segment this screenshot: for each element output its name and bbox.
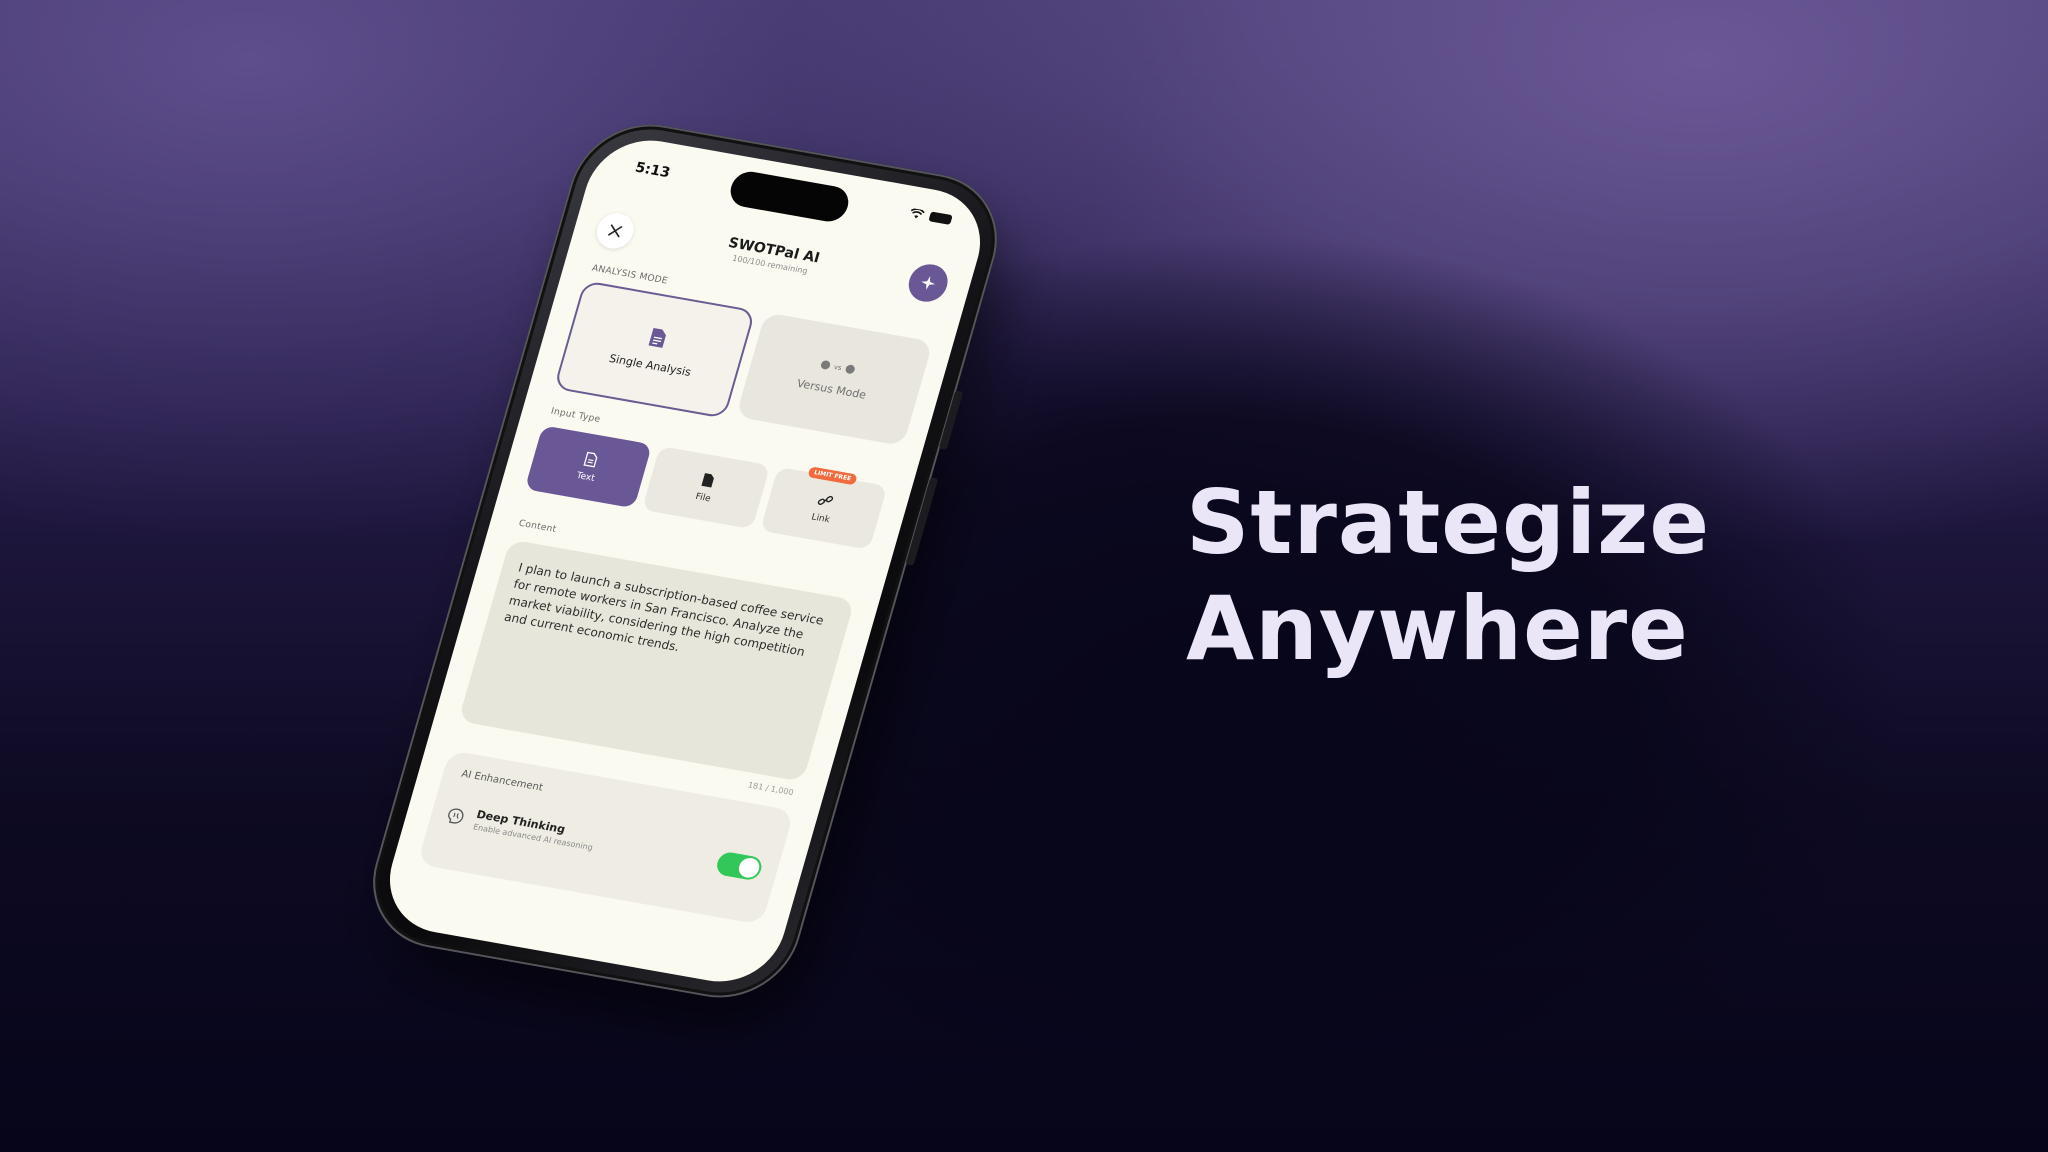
mode-versus-label: Versus Mode [795,376,868,402]
ai-enhancement-title: AI Enhancement [459,768,545,794]
file-icon [701,472,715,487]
deep-thinking-row: Deep Thinking Enable advanced AI reasoni… [442,803,765,882]
tab-link-label: Link [810,512,831,526]
input-type-label: Input Type [549,406,602,425]
content-label: Content [517,518,558,535]
sparkles-icon [921,276,936,290]
deep-thinking-text: Deep Thinking Enable advanced AI reasoni… [472,808,711,872]
brain-icon [448,808,464,824]
text-document-icon [583,451,598,467]
tab-file-label: File [694,491,712,504]
ai-enhancement-card: AI Enhancement Deep Thinking Enable adva… [417,750,795,925]
phone-mockup: 5:13 SWOTPal AI 100/100 remaining ANALYS… [355,112,1024,1042]
tab-file[interactable]: File [642,445,771,530]
tab-text[interactable]: Text [524,425,653,509]
vs-text: vs [832,362,843,372]
status-icons [909,208,953,225]
mode-single-analysis[interactable]: Single Analysis [553,280,756,419]
limit-free-badge: LIMIT FREE [807,466,858,486]
battery-icon [928,211,953,225]
content-textarea[interactable]: I plan to launch a subscription-based co… [458,539,855,782]
headline-line-2: Anywhere [1186,577,1689,680]
versus-icon: vs [819,359,856,375]
phone-screen: 5:13 SWOTPal AI 100/100 remaining ANALYS… [375,131,995,991]
tab-text-label: Text [575,470,596,484]
tab-link[interactable]: LIMIT FREE Link [759,466,888,550]
headline: Strategize Anywhere [1186,470,1710,682]
char-count: 181 / 1,000 [746,780,795,798]
dynamic-island [726,168,853,225]
headline-line-1: Strategize [1186,471,1711,574]
mode-single-label: Single Analysis [607,351,693,379]
wifi-icon [910,208,925,219]
link-icon [818,495,834,506]
deep-thinking-toggle[interactable] [714,850,765,882]
status-time: 5:13 [633,159,672,182]
toggle-knob [736,856,762,880]
document-icon [648,327,667,348]
mode-versus[interactable]: vs Versus Mode [735,312,934,447]
input-type-tabs: Text File LIMIT FREE Link [524,425,888,550]
